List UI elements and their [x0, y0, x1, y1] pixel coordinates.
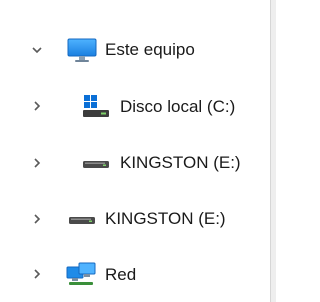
chevron-down-icon[interactable] — [29, 42, 45, 58]
chevron-right-icon[interactable] — [29, 266, 45, 282]
tree-item-label: Red — [105, 265, 137, 284]
monitor-icon — [66, 37, 98, 65]
tree-item-label: KINGSTON (E:) — [105, 209, 226, 228]
chevron-right-icon[interactable] — [29, 98, 45, 114]
windows-drive-icon — [80, 92, 112, 120]
navigation-tree: Este equipo Disco local (C:) KINGSTON (E… — [0, 0, 270, 302]
scrollbar-track[interactable] — [270, 0, 276, 302]
network-icon — [64, 260, 98, 290]
tree-item-label: Disco local (C:) — [120, 97, 236, 116]
chevron-right-icon[interactable] — [29, 155, 45, 171]
tree-item-label: Este equipo — [105, 40, 195, 59]
tree-item-kingston[interactable]: KINGSTON (E:) — [0, 199, 270, 239]
usb-drive-icon — [80, 150, 112, 178]
chevron-right-icon[interactable] — [29, 211, 45, 227]
usb-drive-icon — [66, 206, 98, 234]
tree-item-label: KINGSTON (E:) — [120, 153, 241, 172]
tree-item-disco-local[interactable]: Disco local (C:) — [0, 86, 270, 126]
tree-item-kingston-nested[interactable]: KINGSTON (E:) — [0, 143, 270, 183]
tree-item-este-equipo[interactable]: Este equipo — [0, 30, 270, 70]
tree-item-red[interactable]: Red — [0, 254, 270, 294]
